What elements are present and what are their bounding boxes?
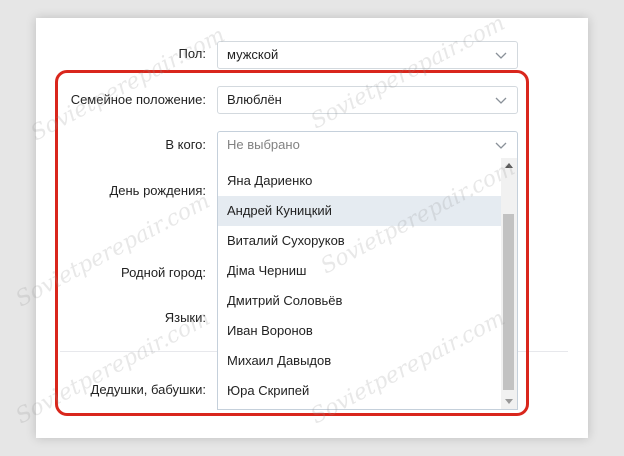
gender-select[interactable]: мужской — [217, 41, 518, 69]
gender-value: мужской — [227, 47, 279, 62]
gender-label: Пол: — [178, 46, 207, 61]
highlight-frame — [55, 70, 529, 416]
chevron-down-icon — [495, 52, 507, 59]
